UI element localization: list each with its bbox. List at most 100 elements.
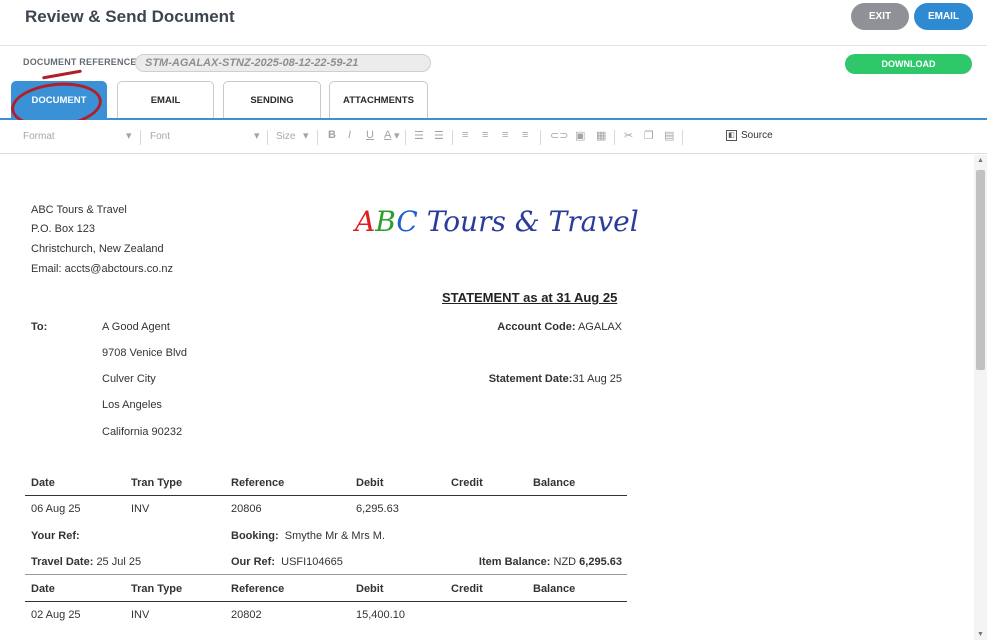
booking-value: Smythe Mr & Mrs M. [284, 530, 386, 542]
table-header-rule [25, 495, 627, 496]
column-header: Tran Type [131, 477, 183, 489]
column-header: Balance [533, 477, 576, 489]
logo-letter: B [375, 205, 397, 238]
annotation-arrow [42, 69, 82, 80]
toolbar-separator [405, 130, 406, 145]
table-icon[interactable]: ▦ [596, 129, 606, 142]
document-editor[interactable]: ABC Tours & Travel P.O. Box 123 Christch… [0, 155, 974, 640]
align-left-icon[interactable]: ≡ [462, 129, 468, 141]
chevron-down-icon[interactable]: ▾ [254, 129, 260, 142]
booking-info: Booking: Smythe Mr & Mrs M. [231, 530, 385, 542]
recipient-line: Culver City [102, 373, 156, 385]
item-balance-label: Item Balance: [478, 556, 551, 568]
logo-letter: A [355, 205, 376, 238]
tab-document[interactable]: DOCUMENT [11, 81, 107, 119]
account-code: Account Code: AGALAX [497, 321, 622, 333]
toolbar-separator [140, 130, 141, 145]
chevron-down-icon[interactable]: ▾ [394, 129, 400, 142]
font-dropdown[interactable]: Font [150, 131, 170, 142]
bullet-list-icon[interactable]: ☰ [434, 129, 444, 142]
size-dropdown[interactable]: Size [276, 131, 295, 142]
our-ref: Our Ref: USFI104665 [231, 556, 343, 568]
exit-button[interactable]: EXIT [851, 3, 909, 30]
column-header: Tran Type [131, 583, 183, 595]
align-right-icon[interactable]: ≡ [502, 129, 508, 141]
image-icon[interactable]: ▣ [575, 129, 585, 142]
entry-date: 06 Aug 25 [31, 503, 81, 515]
email-button[interactable]: EMAIL [914, 3, 973, 30]
chevron-down-icon[interactable]: ▾ [126, 129, 132, 142]
download-button[interactable]: DOWNLOAD [845, 54, 972, 74]
toolbar-separator [267, 130, 268, 145]
your-ref-label: Your Ref: [31, 530, 80, 542]
scroll-up-icon[interactable]: ▲ [977, 157, 984, 164]
document-reference-field[interactable]: STM-AGALAX-STNZ-2025-08-12-22-59-21 [135, 54, 431, 72]
underline-icon[interactable]: U [366, 129, 374, 141]
chevron-down-icon[interactable]: ▾ [303, 129, 309, 142]
tab-email[interactable]: EMAIL [117, 81, 214, 119]
cut-icon[interactable]: ✂ [624, 129, 633, 142]
entry-tran-type: INV [131, 503, 150, 515]
entry-debit: 6,295.63 [356, 503, 399, 515]
toolbar-separator [614, 130, 615, 145]
item-balance-currency: NZD [553, 556, 577, 568]
column-header: Debit [356, 583, 384, 595]
column-header: Date [31, 477, 55, 489]
company-address-1: P.O. Box 123 [31, 223, 96, 235]
tab-attachments[interactable]: ATTACHMENTS [329, 81, 428, 119]
statement-date-value: 31 Aug 25 [572, 373, 622, 385]
numbered-list-icon[interactable]: ☰ [414, 129, 424, 142]
logo-letter: C [396, 205, 418, 238]
document-reference-label: DOCUMENT REFERENCE [23, 57, 137, 67]
page-title: Review & Send Document [25, 7, 235, 26]
account-code-label: Account Code: [497, 321, 576, 333]
align-center-icon[interactable]: ≡ [482, 129, 488, 141]
entry-reference: 20802 [231, 609, 262, 621]
booking-label: Booking: [231, 530, 279, 542]
text-color-icon[interactable]: A [384, 129, 391, 141]
format-dropdown[interactable]: Format [23, 131, 55, 142]
entry-debit: 15,400.10 [356, 609, 405, 621]
link-icon[interactable]: ⊂⊃ [550, 129, 568, 142]
editor-toolbar: Format ▾ Font ▾ Size ▾ B I U A ▾ ☰ ☰ ≡ ≡… [0, 120, 987, 154]
account-code-value: AGALAX [577, 321, 622, 333]
source-button[interactable]: ◧ Source [726, 130, 773, 141]
company-address-2: Christchurch, New Zealand [31, 243, 164, 255]
entry-tran-type: INV [131, 609, 150, 621]
column-header: Reference [231, 477, 285, 489]
travel-date-label: Travel Date: [31, 556, 94, 568]
recipient-line: Los Angeles [102, 399, 162, 411]
column-header: Date [31, 583, 55, 595]
item-balance: Item Balance: NZD 6,295.63 [479, 556, 622, 568]
column-header: Debit [356, 477, 384, 489]
editor-scrollbar[interactable]: ▲ ▼ [974, 155, 987, 640]
scrollbar-thumb[interactable] [976, 170, 985, 370]
align-justify-icon[interactable]: ≡ [522, 129, 528, 141]
scroll-down-icon[interactable]: ▼ [977, 631, 984, 638]
travel-date: Travel Date: 25 Jul 25 [31, 556, 141, 568]
italic-icon[interactable]: I [348, 129, 351, 141]
item-balance-value: 6,295.63 [579, 556, 622, 568]
column-header: Reference [231, 583, 285, 595]
toolbar-separator [540, 130, 541, 145]
table-header-rule [25, 601, 627, 602]
source-icon: ◧ [726, 130, 737, 141]
to-label: To: [31, 321, 48, 333]
column-header: Balance [533, 583, 576, 595]
company-name: ABC Tours & Travel [31, 204, 127, 216]
paste-icon[interactable]: ▤ [664, 129, 674, 142]
statement-date-label: Statement Date: [488, 373, 573, 385]
toolbar-separator [682, 130, 683, 145]
bold-icon[interactable]: B [328, 129, 336, 141]
logo-tagline-text: Tours & Travel [426, 205, 639, 238]
header-bar: Review & Send Document EXIT EMAIL [0, 0, 987, 46]
column-header: Credit [451, 583, 483, 595]
tab-sending[interactable]: SENDING [223, 81, 321, 119]
toolbar-separator [317, 130, 318, 145]
table-rule [25, 574, 627, 575]
our-ref-value: USFI104665 [281, 556, 343, 568]
column-header: Credit [451, 477, 483, 489]
entry-date: 02 Aug 25 [31, 609, 81, 621]
copy-icon[interactable]: ❐ [644, 129, 654, 142]
recipient-line: California 90232 [102, 426, 183, 438]
